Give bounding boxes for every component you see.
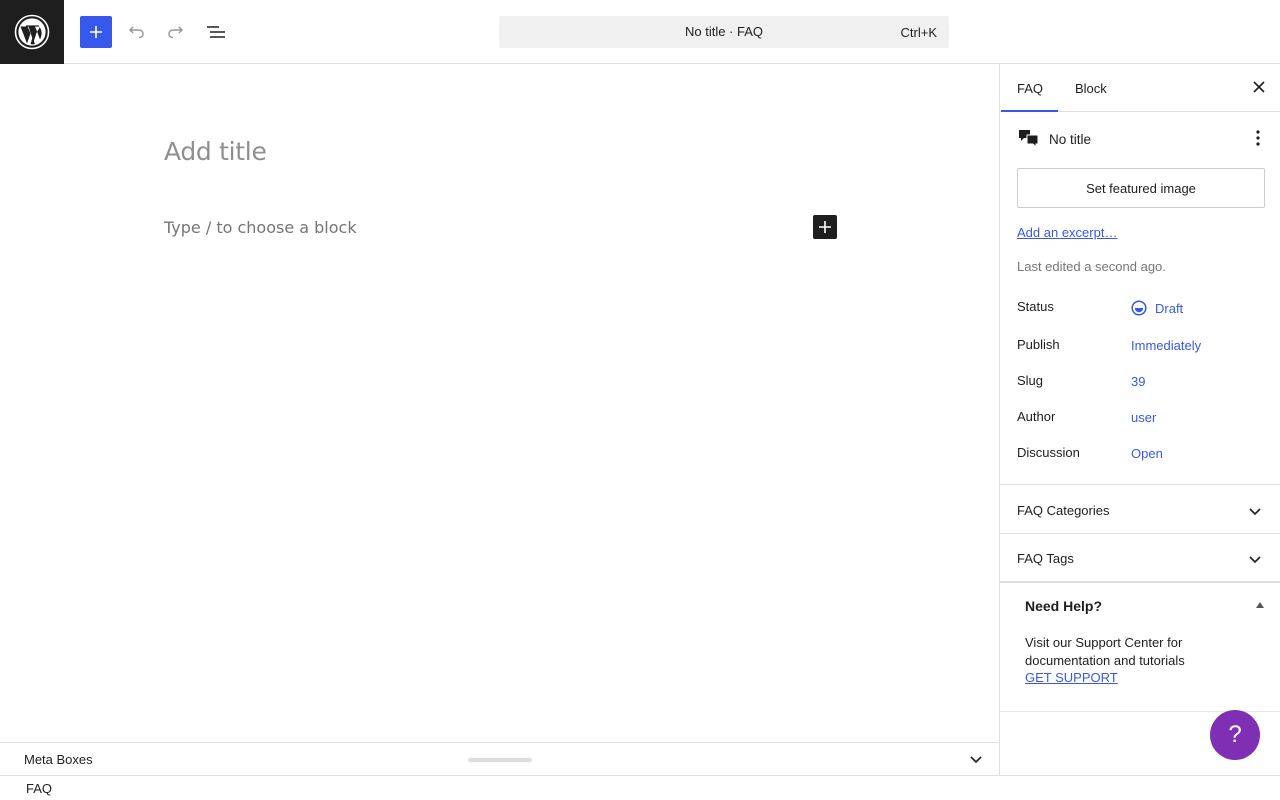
panel-faq-tags[interactable]: FAQ Tags (1000, 534, 1280, 582)
command-palette-bar[interactable]: No title · FAQ Ctrl+K (499, 16, 949, 48)
panel-title: FAQ Tags (1017, 551, 1074, 566)
help-text: Visit our Support Center for documentati… (1025, 635, 1185, 668)
slug-label: Slug (1017, 373, 1044, 388)
status-value-text: Draft (1155, 300, 1184, 316)
editor-canvas: Add title Type / to choose a block (0, 65, 999, 742)
close-icon[interactable] (1252, 80, 1266, 99)
wordpress-logo-icon (14, 14, 50, 50)
plus-icon (819, 221, 831, 233)
redo-button[interactable] (160, 16, 192, 48)
chevron-down-icon[interactable] (969, 752, 983, 771)
default-block-appender[interactable]: Type / to choose a block (164, 218, 357, 237)
post-summary-card: No title Set featured image Add an excer… (1000, 112, 1280, 485)
list-view-icon (207, 26, 225, 38)
author-value[interactable]: user (1131, 410, 1156, 425)
status-label: Status (1017, 299, 1054, 314)
set-featured-image-button[interactable]: Set featured image (1017, 168, 1265, 208)
plus-icon (90, 26, 102, 38)
chevron-down-icon (1248, 504, 1262, 523)
redo-icon (168, 26, 183, 39)
discussion-value[interactable]: Open (1131, 446, 1163, 461)
panel-title: FAQ Categories (1017, 503, 1110, 518)
draft-status-icon (1131, 300, 1147, 316)
tab-block[interactable]: Block (1075, 64, 1125, 112)
settings-sidebar: FAQ Block No title Set featured image Ad… (999, 64, 1280, 775)
get-support-link[interactable]: GET SUPPORT (1025, 670, 1118, 685)
chevron-down-icon (1248, 552, 1262, 571)
author-label: Author (1017, 409, 1056, 424)
help-title: Need Help? (1025, 598, 1103, 614)
faq-post-type-icon (1018, 129, 1040, 154)
meta-boxes-panel[interactable]: Meta Boxes (0, 742, 999, 775)
collapse-arrow-icon[interactable] (1256, 602, 1264, 608)
publish-label: Publish (1017, 337, 1060, 352)
need-help-box: Need Help? Visit our Support Center for … (1000, 582, 1280, 712)
wordpress-logo[interactable] (0, 0, 64, 64)
tab-faq[interactable]: FAQ (1001, 64, 1058, 112)
publish-value[interactable]: Immediately (1131, 338, 1201, 353)
undo-icon (129, 26, 144, 39)
resize-handle[interactable] (468, 758, 532, 762)
block-inserter-button[interactable] (80, 16, 112, 48)
last-edited-text: Last edited a second ago. (1017, 259, 1166, 274)
question-mark-icon: ? (1228, 721, 1242, 748)
inline-block-inserter-button[interactable] (813, 215, 837, 239)
panel-faq-categories[interactable]: FAQ Categories (1000, 486, 1280, 534)
undo-button[interactable] (120, 16, 152, 48)
editor-footer: FAQ (0, 775, 1280, 800)
slug-value[interactable]: 39 (1131, 374, 1145, 389)
meta-boxes-label: Meta Boxes (24, 752, 93, 767)
document-overview-button[interactable] (200, 16, 232, 48)
post-title-input[interactable]: Add title (164, 137, 267, 166)
breadcrumb[interactable]: FAQ (26, 781, 52, 796)
status-value[interactable]: Draft (1131, 300, 1183, 316)
help-button[interactable]: ? (1210, 710, 1260, 760)
add-excerpt-link[interactable]: Add an excerpt… (1017, 225, 1117, 240)
discussion-label: Discussion (1017, 445, 1080, 460)
document-title: No title · FAQ (684, 24, 764, 39)
sidebar-tabs: FAQ Block (1000, 64, 1280, 112)
post-card-title: No title (1049, 132, 1092, 147)
shortcut-hint: Ctrl+K (900, 25, 937, 40)
editor-header: No title · FAQ Ctrl+K (0, 0, 1280, 64)
more-options-icon[interactable] (1256, 130, 1260, 151)
